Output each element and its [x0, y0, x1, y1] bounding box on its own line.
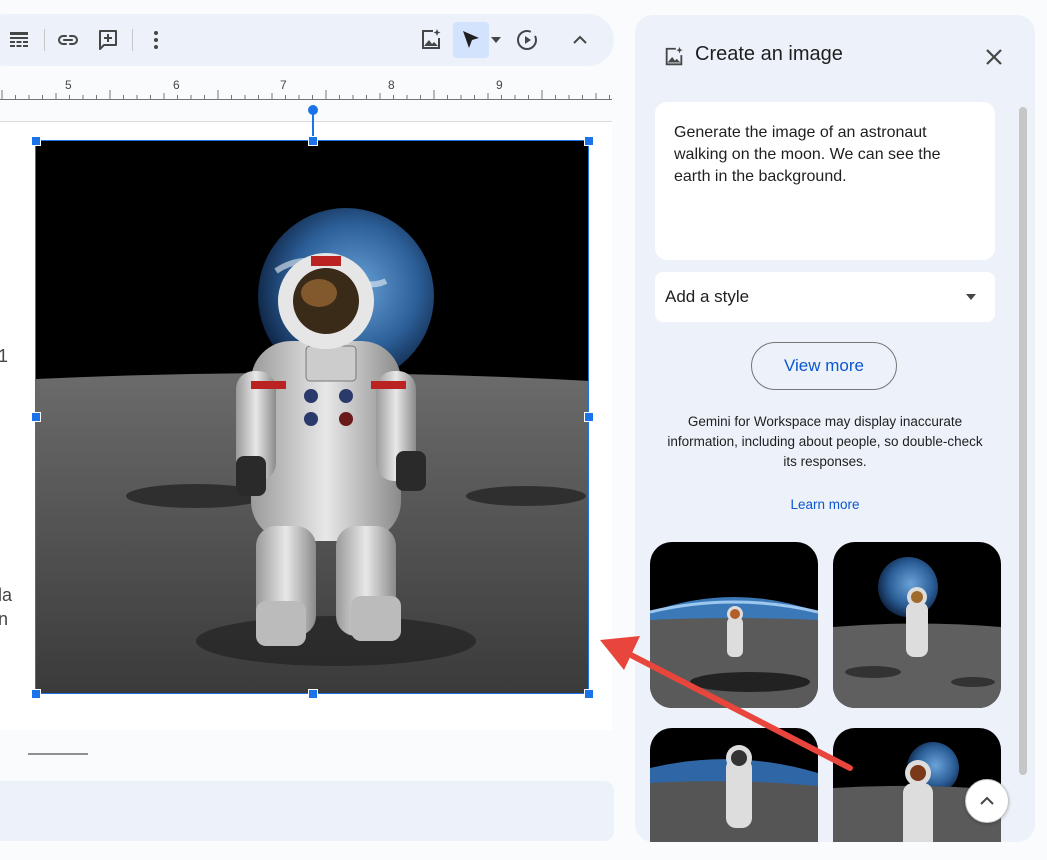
prompt-input[interactable]: Generate the image of an astronaut walki…	[655, 102, 995, 260]
close-panel-button[interactable]	[981, 44, 1007, 70]
dropdown-arrow-icon	[966, 294, 976, 300]
panel-title: Create an image	[695, 43, 843, 65]
disclaimer-text: Gemini for Workspace may display inaccur…	[667, 414, 983, 469]
pointer-dropdown-button[interactable]	[484, 26, 508, 54]
ruler-mark: 7	[280, 78, 287, 92]
ruler-mark: 5	[65, 78, 72, 92]
pointer-icon	[463, 31, 479, 48]
select-pointer-button[interactable]	[457, 26, 485, 54]
resize-handle-bottom-right[interactable]	[584, 689, 594, 699]
learn-more-link[interactable]: Learn more	[635, 497, 1015, 512]
document-text-fragment: 1	[0, 346, 9, 366]
rotate-handle[interactable]	[308, 105, 318, 115]
page-break-line	[28, 753, 88, 755]
table-options-button[interactable]	[5, 26, 33, 54]
resize-handle-top-left[interactable]	[31, 136, 41, 146]
resize-handle-bottom-left[interactable]	[31, 689, 41, 699]
prompt-text: Generate the image of an astronaut walki…	[674, 124, 941, 185]
image-sparkle-icon	[665, 46, 683, 66]
create-image-button[interactable]	[417, 26, 445, 54]
astronaut-image[interactable]	[35, 140, 589, 694]
resize-handle-top-right[interactable]	[584, 136, 594, 146]
generated-image-thumbnail[interactable]	[650, 728, 818, 842]
link-icon	[58, 35, 78, 45]
view-more-button[interactable]: View more	[751, 342, 897, 390]
ruler-mark: 8	[388, 78, 395, 92]
panel-scrollbar[interactable]	[1019, 107, 1027, 775]
style-dropdown-label: Add a style	[665, 287, 750, 306]
generated-image-thumbnail[interactable]	[650, 542, 818, 708]
document-text-fragment: la	[0, 585, 13, 605]
more-vert-icon	[154, 31, 158, 49]
astronaut-illustration	[36, 141, 588, 693]
collapse-toolbar-button[interactable]	[566, 26, 594, 54]
create-image-panel: Create an image Generate the image of an…	[635, 15, 1035, 842]
resize-handle-left[interactable]	[31, 412, 41, 422]
pointer-dropdown-icon	[491, 37, 501, 43]
toolbar-separator	[44, 29, 45, 51]
add-comment-button[interactable]	[94, 26, 122, 54]
scroll-to-top-button[interactable]	[965, 779, 1009, 823]
add-comment-icon	[99, 30, 117, 50]
close-icon	[986, 49, 1002, 65]
more-options-button[interactable]	[142, 26, 170, 54]
chevron-up-icon	[573, 35, 587, 44]
ruler-mark: 9	[496, 78, 503, 92]
insert-link-button[interactable]	[54, 26, 82, 54]
toolbar-separator	[132, 29, 133, 51]
style-dropdown[interactable]: Add a style	[655, 272, 995, 322]
next-page-area	[0, 781, 614, 841]
horizontal-ruler[interactable]	[0, 72, 612, 102]
chevron-up-icon	[980, 796, 994, 805]
ruler-baseline	[0, 99, 612, 100]
resize-handle-right[interactable]	[584, 412, 594, 422]
table-options-icon	[10, 32, 28, 47]
resize-handle-bottom[interactable]	[308, 689, 318, 699]
ruler-mark: 6	[173, 78, 180, 92]
resize-handle-top[interactable]	[308, 136, 318, 146]
present-button[interactable]	[513, 26, 541, 54]
image-sparkle-icon	[422, 29, 441, 49]
play-circle-icon	[517, 30, 537, 50]
generated-image-thumbnail[interactable]	[833, 542, 1001, 708]
document-text-fragment: n	[0, 609, 9, 629]
